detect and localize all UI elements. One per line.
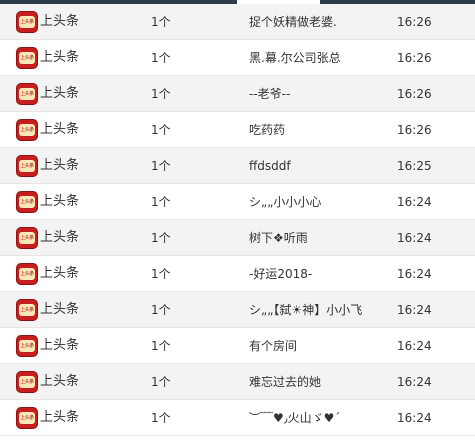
list-item[interactable]: 上头条 上头条 1个 捉个妖精做老婆. 16:26 xyxy=(0,4,475,40)
item-name: 上头条 xyxy=(40,374,80,389)
logo-text: 上头条 xyxy=(19,16,35,28)
item-name: 上头条 xyxy=(40,338,80,353)
timestamp: 16:24 xyxy=(397,195,432,209)
sender-name: シ„„小小小心 xyxy=(249,195,322,209)
item-name-cell: 上头条 上头条 xyxy=(16,292,136,328)
logo-text: 上头条 xyxy=(19,88,35,100)
logo-text: 上头条 xyxy=(19,196,35,208)
list-item[interactable]: 上头条 上头条 1个 有个房间 16:24 xyxy=(0,328,475,364)
timestamp: 16:26 xyxy=(397,87,432,101)
toutiao-logo-icon: 上头条 xyxy=(16,155,38,177)
sender-name: 难忘过去的她 xyxy=(249,375,322,389)
logo-text: 上头条 xyxy=(19,412,35,424)
logo-text: 上头条 xyxy=(19,304,35,316)
item-name-cell: 上头条 上头条 xyxy=(16,4,136,40)
item-name: 上头条 xyxy=(40,86,80,101)
timestamp: 16:26 xyxy=(397,51,432,65)
toutiao-logo-icon: 上头条 xyxy=(16,119,38,141)
item-count: 1个 xyxy=(151,339,171,353)
list-item[interactable]: 上头条 上头条 1个 --老爷-- 16:26 xyxy=(0,76,475,112)
sender-name: 树下❖听雨 xyxy=(249,231,308,245)
item-name: 上头条 xyxy=(40,158,80,173)
item-name-cell: 上头条 上头条 xyxy=(16,76,136,112)
item-name: 上头条 xyxy=(40,410,80,425)
item-name: 上头条 xyxy=(40,122,80,137)
gift-record-list: 上头条 上头条 1个 捉个妖精做老婆. 16:26 上头条 上头条 1个 黑.幕.尔公司张总 16… xyxy=(0,4,475,436)
logo-text: 上头条 xyxy=(19,52,35,64)
item-name-cell: 上头条 上头条 xyxy=(16,184,136,220)
toutiao-logo-icon: 上头条 xyxy=(16,227,38,249)
list-item[interactable]: 上头条 上头条 1个 树下❖听雨 16:24 xyxy=(0,220,475,256)
item-name-cell: 上头条 上头条 xyxy=(16,328,136,364)
timestamp: 16:24 xyxy=(397,411,432,425)
list-item[interactable]: 上头条 上头条 1个 吃药药 16:26 xyxy=(0,112,475,148)
item-name-cell: 上头条 上头条 xyxy=(16,148,136,184)
item-name: 上头条 xyxy=(40,302,80,317)
item-name-cell: 上头条 上头条 xyxy=(16,220,136,256)
timestamp: 16:24 xyxy=(397,231,432,245)
item-count: 1个 xyxy=(151,231,171,245)
list-item[interactable]: 上头条 上头条 1个 黑.幕.尔公司张总 16:26 xyxy=(0,40,475,76)
logo-text: 上头条 xyxy=(19,124,35,136)
toutiao-logo-icon: 上头条 xyxy=(16,335,38,357)
item-name-cell: 上头条 上头条 xyxy=(16,364,136,400)
list-item[interactable]: 上头条 上头条 1个 难忘过去的她 16:24 xyxy=(0,364,475,400)
logo-text: 上头条 xyxy=(19,376,35,388)
item-count: 1个 xyxy=(151,195,171,209)
sender-name: --老爷-- xyxy=(249,87,291,101)
timestamp: 16:24 xyxy=(397,303,432,317)
item-count: 1个 xyxy=(151,123,171,137)
item-count: 1个 xyxy=(151,51,171,65)
item-name: 上头条 xyxy=(40,194,80,209)
item-count: 1个 xyxy=(151,159,171,173)
timestamp: 16:24 xyxy=(397,267,432,281)
list-item[interactable]: 上头条 上头条 1个 -好运2018- 16:24 xyxy=(0,256,475,292)
item-name: 上头条 xyxy=(40,14,80,29)
sender-name: シ„„【弑☀神】小小飞 xyxy=(249,303,363,317)
item-name-cell: 上头条 上头条 xyxy=(16,256,136,292)
item-name: 上头条 xyxy=(40,230,80,245)
sender-name: ffdsddf xyxy=(249,159,291,173)
item-count: 1个 xyxy=(151,267,171,281)
sender-name: 捉个妖精做老婆. xyxy=(249,15,337,29)
sender-name: 有个房间 xyxy=(249,339,298,353)
sender-name: -好运2018- xyxy=(249,267,313,281)
toutiao-logo-icon: 上头条 xyxy=(16,83,38,105)
timestamp: 16:26 xyxy=(397,123,432,137)
toutiao-logo-icon: 上头条 xyxy=(16,407,38,429)
logo-text: 上头条 xyxy=(19,160,35,172)
list-item[interactable]: 上头条 上头条 1个 ︶﹋♥٫火山ゞ♥ˊ 16:24 xyxy=(0,400,475,436)
logo-text: 上头条 xyxy=(19,232,35,244)
list-item[interactable]: 上头条 上头条 1个 シ„„小小小心 16:24 xyxy=(0,184,475,220)
item-name-cell: 上头条 上头条 xyxy=(16,40,136,76)
timestamp: 16:24 xyxy=(397,339,432,353)
item-name: 上头条 xyxy=(40,266,80,281)
list-item[interactable]: 上头条 上头条 1个 シ„„【弑☀神】小小飞 16:24 xyxy=(0,292,475,328)
item-count: 1个 xyxy=(151,303,171,317)
toutiao-logo-icon: 上头条 xyxy=(16,47,38,69)
timestamp: 16:25 xyxy=(397,159,432,173)
toutiao-logo-icon: 上头条 xyxy=(16,11,38,33)
sender-name: 黑.幕.尔公司张总 xyxy=(249,51,341,65)
toutiao-logo-icon: 上头条 xyxy=(16,191,38,213)
item-count: 1个 xyxy=(151,411,171,425)
logo-text: 上头条 xyxy=(19,268,35,280)
toutiao-logo-icon: 上头条 xyxy=(16,263,38,285)
sender-name: ︶﹋♥٫火山ゞ♥ˊ xyxy=(249,411,341,425)
toutiao-logo-icon: 上头条 xyxy=(16,371,38,393)
item-name: 上头条 xyxy=(40,50,80,65)
toutiao-logo-icon: 上头条 xyxy=(16,299,38,321)
list-item[interactable]: 上头条 上头条 1个 ffdsddf 16:25 xyxy=(0,148,475,184)
item-count: 1个 xyxy=(151,87,171,101)
timestamp: 16:24 xyxy=(397,375,432,389)
sender-name: 吃药药 xyxy=(249,123,286,137)
timestamp: 16:26 xyxy=(397,15,432,29)
logo-text: 上头条 xyxy=(19,340,35,352)
item-count: 1个 xyxy=(151,15,171,29)
item-name-cell: 上头条 上头条 xyxy=(16,112,136,148)
item-count: 1个 xyxy=(151,375,171,389)
item-name-cell: 上头条 上头条 xyxy=(16,400,136,436)
